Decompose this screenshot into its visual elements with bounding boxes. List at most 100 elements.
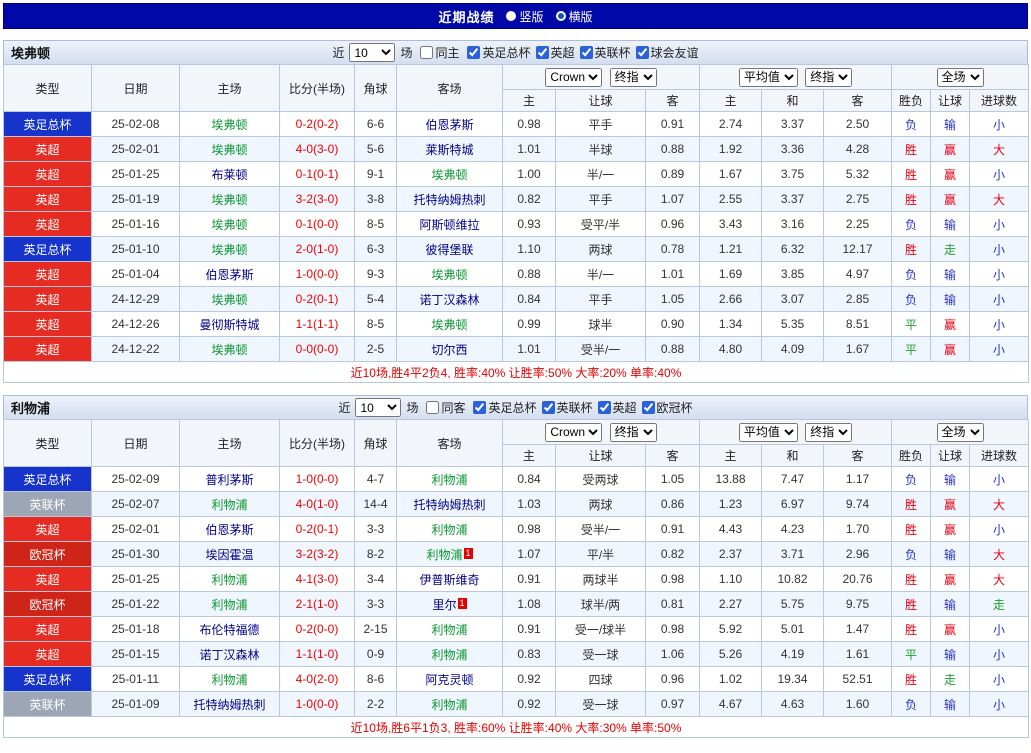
team-link[interactable]: 诺丁汉森林 (419, 293, 479, 307)
result-handicap: 赢 (930, 616, 971, 642)
match-date: 24-12-29 (91, 286, 180, 312)
team-link[interactable]: 埃弗顿 (211, 118, 247, 132)
avg-home-odds: 1.69 (699, 261, 762, 287)
team-link[interactable]: 埃弗顿 (211, 343, 247, 357)
result-wdl: 负 (891, 111, 932, 137)
team-link[interactable]: 布伦特福德 (199, 623, 259, 637)
closing-index-select-2[interactable]: 终指 (805, 422, 853, 442)
competition-type-badge: 英超 (3, 161, 92, 187)
competition-checkbox[interactable] (641, 400, 655, 414)
team-cell: 埃弗顿 (179, 186, 280, 212)
corner-count: 9-3 (354, 261, 397, 287)
competition-filter[interactable]: 英足总杯 (473, 399, 537, 416)
team-link[interactable]: 埃弗顿 (431, 268, 467, 282)
corner-count: 8-5 (354, 211, 397, 237)
competition-checkbox[interactable] (467, 45, 481, 59)
same-side-filter[interactable]: 同客 (426, 399, 465, 416)
team-link[interactable]: 阿斯顿维拉 (419, 218, 479, 232)
team-link[interactable]: 埃弗顿 (211, 293, 247, 307)
avg-home-odds: 1.21 (699, 236, 762, 262)
competition-checkbox[interactable] (473, 400, 487, 414)
team-link[interactable]: 埃弗顿 (211, 193, 247, 207)
recent-count-select[interactable]: 10 (355, 398, 402, 417)
team-link[interactable]: 利物浦 (431, 623, 467, 637)
competition-filter[interactable]: 欧冠杯 (641, 399, 693, 416)
full-match-select[interactable]: 全场 (936, 422, 984, 442)
team-link[interactable]: 埃弗顿 (431, 168, 467, 182)
same-side-checkbox[interactable] (420, 46, 434, 59)
team-link[interactable]: 利物浦 (211, 573, 247, 587)
team-link[interactable]: 切尔西 (431, 343, 467, 357)
radio-vertical-icon[interactable] (506, 11, 517, 21)
competition-filter[interactable]: 英超 (597, 399, 637, 416)
team-link[interactable]: 埃因霍温 (205, 548, 253, 562)
team-link[interactable]: 伯恩茅斯 (205, 523, 253, 537)
team-link[interactable]: 布莱顿 (211, 168, 247, 182)
team-link[interactable]: 利物浦 (431, 523, 467, 537)
team-link[interactable]: 曼彻斯特城 (199, 318, 259, 332)
team-link[interactable]: 莱斯特城 (425, 143, 473, 157)
match-row: 英超 25-01-04 伯恩茅斯 1-0(0-0) 9-3 埃弗顿 0.88 半/一 1.01 1… (3, 261, 1030, 287)
team-link[interactable]: 埃弗顿 (211, 243, 247, 257)
radio-horizontal-icon[interactable] (555, 11, 566, 21)
home-odds: 0.82 (502, 186, 556, 212)
team-link[interactable]: 托特纳姆热刺 (193, 698, 265, 712)
competition-checkbox[interactable] (535, 45, 549, 59)
team-link[interactable]: 托特纳姆热刺 (413, 498, 485, 512)
competition-filter[interactable]: 英联杯 (541, 399, 593, 416)
competition-filter[interactable]: 英联杯 (579, 44, 631, 61)
same-side-filter[interactable]: 同主 (420, 44, 459, 61)
team-link[interactable]: 利物浦 (211, 598, 247, 612)
team-link[interactable]: 伯恩茅斯 (425, 118, 473, 132)
col-corner: 角球 (354, 64, 397, 112)
competition-filter[interactable]: 英超 (535, 44, 575, 61)
average-select[interactable]: 平均值 (738, 422, 798, 442)
team-link[interactable]: 诺丁汉森林 (199, 648, 259, 662)
team-link[interactable]: 阿克灵顿 (425, 673, 473, 687)
avg-home-odds: 4.67 (699, 691, 762, 717)
competition-checkbox[interactable] (635, 45, 649, 59)
team-link[interactable]: 埃弗顿 (431, 318, 467, 332)
bookmaker-select[interactable]: Crown (545, 67, 603, 87)
home-odds: 0.83 (502, 641, 556, 667)
team-link[interactable]: 埃弗顿 (211, 143, 247, 157)
avg-home-odds: 4.43 (699, 516, 762, 542)
view-mode-horizontal[interactable]: 横版 (555, 8, 593, 25)
team-link[interactable]: 伊普斯维奇 (419, 573, 479, 587)
avg-draw-odds: 3.85 (761, 261, 824, 287)
closing-index-select-2[interactable]: 终指 (805, 67, 853, 87)
competition-type-badge: 英超 (3, 286, 92, 312)
competition-filter[interactable]: 球会友谊 (635, 44, 699, 61)
competition-checkbox[interactable] (579, 45, 593, 59)
team-link[interactable]: 利物浦 (431, 648, 467, 662)
closing-index-select[interactable]: 终指 (609, 422, 657, 442)
competition-checkbox[interactable] (597, 400, 611, 414)
view-mode-vertical[interactable]: 竖版 (506, 8, 544, 25)
competition-checkbox[interactable] (541, 400, 555, 414)
team-link[interactable]: 伯恩茅斯 (205, 268, 253, 282)
team-link[interactable]: 利物浦 (431, 698, 467, 712)
bookmaker-select[interactable]: Crown (545, 422, 603, 442)
avg-draw-odds: 5.35 (761, 311, 824, 337)
team-link[interactable]: 埃弗顿 (211, 218, 247, 232)
full-match-select[interactable]: 全场 (936, 67, 984, 87)
competition-filter[interactable]: 英足总杯 (467, 44, 531, 61)
recent-count-select[interactable]: 10 (349, 43, 396, 62)
team-link[interactable]: 普利茅斯 (205, 473, 253, 487)
team-cell: 埃弗顿 (396, 261, 503, 287)
team-link[interactable]: 彼得堡联 (425, 243, 473, 257)
team-link[interactable]: 托特纳姆热刺 (413, 193, 485, 207)
team-cell: 埃弗顿 (179, 336, 280, 362)
team-link[interactable]: 利物浦 (426, 548, 462, 562)
handicap-line: 半/一 (555, 161, 646, 187)
closing-index-select[interactable]: 终指 (609, 67, 657, 87)
team-cell: 伯恩茅斯 (179, 516, 280, 542)
same-side-checkbox[interactable] (426, 401, 440, 414)
average-select[interactable]: 平均值 (738, 67, 798, 87)
team-link[interactable]: 利物浦 (211, 673, 247, 687)
team-link[interactable]: 利物浦 (431, 473, 467, 487)
team-link[interactable]: 里尔 (432, 598, 456, 612)
team-cell: 利物浦 (396, 691, 503, 717)
away-odds: 1.01 (645, 261, 700, 287)
team-link[interactable]: 利物浦 (211, 498, 247, 512)
